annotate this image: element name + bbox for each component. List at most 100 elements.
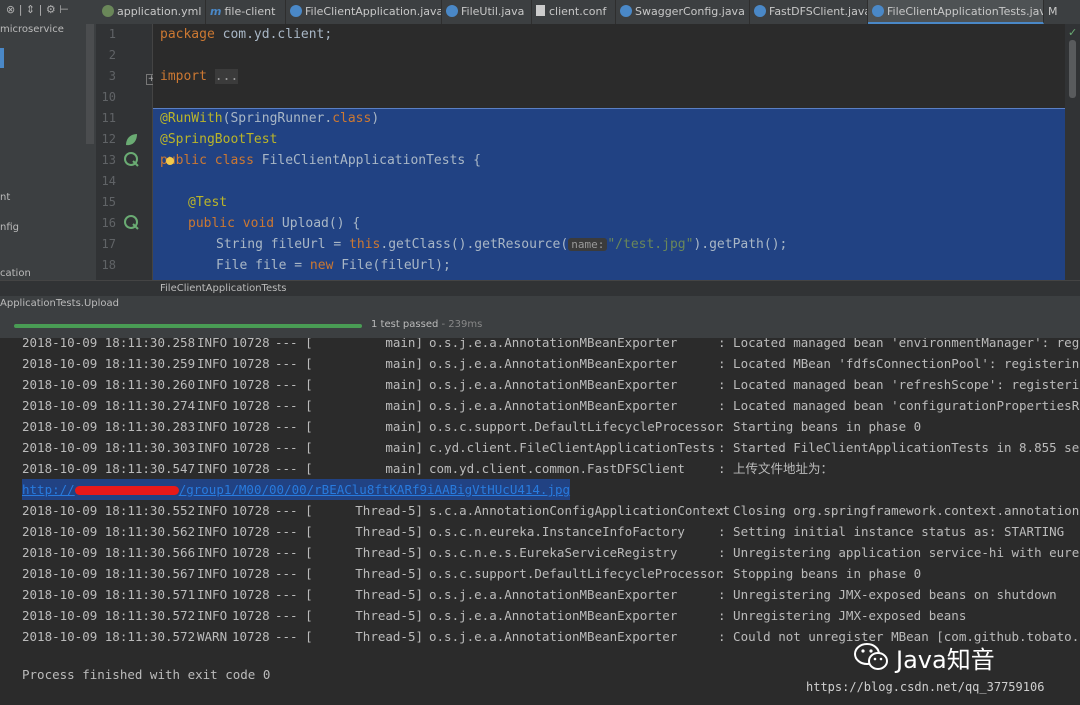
log-pid: 10728 — [232, 440, 270, 455]
java-class-icon — [872, 5, 884, 17]
intention-bulb-icon[interactable] — [166, 157, 174, 165]
log-thread: main] — [385, 440, 423, 455]
log-sep: --- [ — [275, 503, 313, 518]
log-ts: 2018-10-09 18:11:30.566 — [22, 545, 196, 560]
log-level: INFO — [197, 566, 228, 581]
log-thread: main] — [385, 419, 423, 434]
project-item-config[interactable]: nfig — [0, 222, 19, 233]
line-number: 13 — [101, 153, 116, 167]
java-class-icon — [620, 5, 632, 17]
breadcrumb-bar: FileClientApplicationTests — [0, 280, 1080, 297]
divider-icon: | — [18, 3, 26, 16]
log-msg: : Unregistering application service-hi w… — [718, 545, 1080, 560]
run-config-label[interactable]: ApplicationTests.Upload — [0, 298, 119, 309]
log-level: INFO — [197, 398, 228, 413]
tab-fastdfs-client[interactable]: FastDFSClient.java — [750, 0, 868, 24]
log-logger: o.s.j.e.a.AnnotationMBeanExporter — [429, 338, 678, 350]
log-msg: : Starting beans in phase 0 — [718, 419, 922, 434]
editor-scrollbar[interactable]: ✓ — [1065, 24, 1080, 280]
log-sep: --- [ — [275, 398, 313, 413]
log-level: INFO — [197, 356, 228, 371]
log-sep: --- [ — [275, 440, 313, 455]
gear-icon[interactable]: ⚙ — [46, 3, 56, 16]
tab-file-util[interactable]: FileUtil.java — [442, 0, 532, 24]
parameter-hint: name: — [568, 238, 608, 251]
console-log-line: 2018-10-09 18:11:30.259 INFO 10728 --- [o.s… — [0, 353, 1080, 374]
uploaded-file-link[interactable]: http:///group1/M00/00/00/rBEAClu8ftKARf9… — [22, 479, 571, 500]
code-editor[interactable]: package com.yd.client; import ... @RunWi… — [153, 24, 1065, 280]
log-logger: s.c.a.AnnotationConfigApplicationContext — [429, 503, 731, 518]
log-sep: --- [ — [275, 461, 313, 476]
tab-file-client-application[interactable]: FileClientApplication.java — [286, 0, 442, 24]
tab-file-client[interactable]: m file-client — [206, 0, 286, 24]
log-ts: 2018-10-09 18:11:30.552 — [22, 503, 196, 518]
watermark-brand: Java知音 — [896, 646, 995, 674]
log-sep: --- [ — [275, 524, 313, 539]
project-item-application[interactable]: cation — [0, 268, 31, 279]
scrollbar-thumb[interactable] — [1069, 40, 1076, 98]
toolbar-controls[interactable]: ⊗ | ⇕ | ⚙ ⊢ — [6, 3, 69, 16]
log-sep: --- [ — [275, 419, 313, 434]
line-number: 15 — [101, 195, 116, 209]
log-sep: --- [ — [275, 566, 313, 581]
log-msg: : Unregistering JMX-exposed beans on shu… — [718, 587, 1057, 602]
log-logger: o.s.c.support.DefaultLifecycleProcessor — [429, 419, 723, 434]
code-line-11: @RunWith(SpringRunner.class) — [160, 111, 380, 126]
log-level: INFO — [197, 377, 228, 392]
line-number: 1 — [108, 27, 116, 41]
log-msg: : Closing org.springframework.context.an… — [718, 503, 1080, 518]
console-log-line: 2018-10-09 18:11:30.303 INFO 10728 --- [c.y… — [0, 437, 1080, 458]
tab-file-client-application-tests[interactable]: FileClientApplicationTests.java× — [868, 0, 1044, 24]
console-log-line: 2018-10-09 18:11:30.260 INFO 10728 --- [o.s… — [0, 374, 1080, 395]
watermark-logo: Java知音 — [852, 640, 1032, 674]
code-line-1: package com.yd.client; — [160, 27, 333, 42]
project-item-client[interactable]: nt — [0, 192, 10, 203]
log-thread: Thread-5] — [355, 587, 423, 602]
code-line-16: public void Upload() { — [188, 216, 361, 231]
project-item-microservice[interactable]: microservice — [0, 24, 64, 35]
code-line-18: File file = new File(fileUrl); — [216, 258, 451, 273]
folded-imports[interactable]: ... — [214, 69, 239, 84]
line-number: 10 — [101, 90, 116, 104]
tab-swagger-config[interactable]: SwaggerConfig.java — [616, 0, 750, 24]
log-thread: Thread-5] — [355, 503, 423, 518]
breadcrumb[interactable]: FileClientApplicationTests — [160, 283, 286, 294]
console-log-line: 2018-10-09 18:11:30.571 INFO 10728 --- [o.s… — [0, 584, 1080, 605]
collapse-icon[interactable]: ⊢ — [59, 3, 69, 16]
console-log-line: 2018-10-09 18:11:30.283 INFO 10728 --- [o.s… — [0, 416, 1080, 437]
line-number: 12 — [101, 132, 116, 146]
log-ts: 2018-10-09 18:11:30.303 — [22, 440, 196, 455]
log-pid: 10728 — [232, 587, 270, 602]
code-line-17: String fileUrl = this.getClass().getReso… — [216, 237, 788, 252]
log-thread: main] — [385, 461, 423, 476]
tab-client-conf[interactable]: client.conf — [532, 0, 616, 24]
line-number: 2 — [108, 48, 116, 62]
log-thread: main] — [385, 338, 423, 350]
log-pid: 10728 — [232, 608, 270, 623]
close-icon[interactable]: ⊗ — [6, 3, 15, 16]
log-logger: o.s.j.e.a.AnnotationMBeanExporter — [429, 377, 678, 392]
log-pid: 10728 — [232, 503, 270, 518]
editor-gutter: 1 2 3 10 11 12 13 14 15 16 17 18 + — [96, 24, 157, 280]
log-level: INFO — [197, 461, 228, 476]
run-test-icon[interactable] — [124, 152, 139, 167]
run-console[interactable]: 2018-10-09 18:11:30.258 INFO 10728 --- [o.s… — [0, 338, 1080, 705]
log-thread: Thread-5] — [355, 608, 423, 623]
text-file-icon — [536, 5, 545, 16]
log-level: INFO — [197, 608, 228, 623]
log-pid: 10728 — [232, 524, 270, 539]
log-ts: 2018-10-09 18:11:30.260 — [22, 377, 196, 392]
tab-application-yml[interactable]: application.yml — [98, 0, 206, 24]
tab-overflow[interactable]: M — [1044, 0, 1080, 24]
collapse-icon[interactable]: ⇕ — [26, 3, 35, 16]
run-panel-header: ApplicationTests.Upload — [0, 296, 1080, 313]
log-msg: : Started FileClientApplicationTests in … — [718, 440, 1080, 455]
spring-bean-icon[interactable] — [124, 132, 138, 146]
log-msg: : Unregistering JMX-exposed beans — [718, 608, 967, 623]
log-pid: 10728 — [232, 419, 270, 434]
wechat-icon — [854, 643, 888, 670]
console-log-line: 2018-10-09 18:11:30.572 INFO 10728 --- [o.s… — [0, 605, 1080, 626]
run-test-icon[interactable] — [124, 215, 139, 230]
test-status-text: 1 test passed - 239ms — [371, 319, 483, 330]
inspection-ok-icon[interactable]: ✓ — [1068, 26, 1077, 39]
